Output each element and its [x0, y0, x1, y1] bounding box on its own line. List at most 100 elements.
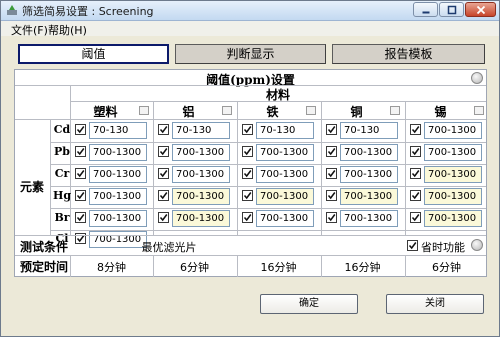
threshold-checkbox[interactable] [326, 190, 337, 201]
test-conditions-value: 最优滤光片 [141, 241, 197, 254]
element-label: Hg [52, 189, 72, 202]
threshold-cell: 700-1300 [326, 210, 398, 227]
material-menu-icon[interactable] [222, 106, 232, 115]
maximize-button[interactable] [439, 2, 464, 17]
threshold-panel: 阈值(ppm)设置 材料 塑料铝铁铜锡 元素 Cd 70-130 70-130 70-… [14, 69, 487, 277]
menu-file[interactable]: 文件(F) [11, 22, 48, 38]
threshold-input[interactable]: 700-1300 [424, 122, 482, 139]
threshold-cell: 700-1300 [75, 144, 147, 161]
threshold-cell: 700-1300 [75, 188, 147, 205]
close-window-button[interactable] [465, 2, 496, 17]
material-menu-icon[interactable] [474, 106, 484, 115]
threshold-checkbox[interactable] [75, 124, 86, 135]
threshold-checkbox[interactable] [158, 212, 169, 223]
threshold-cell: 700-1300 [410, 144, 482, 161]
material-menu-icon[interactable] [139, 106, 149, 115]
checkmark-icon [411, 126, 420, 134]
threshold-checkbox[interactable] [242, 124, 253, 135]
collapse-button[interactable] [471, 72, 483, 84]
threshold-input[interactable]: 700-1300 [424, 166, 482, 183]
checkmark-icon [76, 148, 85, 156]
threshold-input[interactable]: 700-1300 [89, 166, 147, 183]
threshold-input[interactable]: 700-1300 [89, 188, 147, 205]
close-button[interactable]: 关闭 [386, 294, 484, 314]
threshold-checkbox[interactable] [410, 190, 421, 201]
threshold-input[interactable]: 700-1300 [172, 166, 230, 183]
threshold-checkbox[interactable] [410, 146, 421, 157]
threshold-input[interactable]: 700-1300 [89, 144, 147, 161]
threshold-checkbox[interactable] [410, 212, 421, 223]
window-title: 筛选简易设置 : Screening [22, 5, 154, 18]
threshold-checkbox[interactable] [410, 124, 421, 135]
threshold-checkbox[interactable] [326, 146, 337, 157]
threshold-checkbox[interactable] [75, 190, 86, 201]
threshold-input[interactable]: 70-130 [256, 122, 314, 139]
checkmark-icon [411, 192, 420, 200]
threshold-input[interactable]: 700-1300 [256, 166, 314, 183]
checkmark-icon [76, 214, 85, 222]
threshold-checkbox[interactable] [326, 168, 337, 179]
threshold-checkbox[interactable] [242, 168, 253, 179]
threshold-input[interactable]: 700-1300 [256, 144, 314, 161]
threshold-checkbox[interactable] [242, 212, 253, 223]
threshold-input[interactable]: 700-1300 [172, 144, 230, 161]
threshold-input[interactable]: 700-1300 [424, 188, 482, 205]
threshold-input[interactable]: 700-1300 [340, 210, 398, 227]
threshold-input[interactable]: 700-1300 [256, 188, 314, 205]
checkmark-icon [159, 170, 168, 178]
save-time-options-button[interactable] [471, 239, 483, 251]
threshold-cell: 700-1300 [242, 210, 314, 227]
tab-judgment-display[interactable]: 判断显示 [175, 44, 326, 64]
threshold-checkbox[interactable] [158, 168, 169, 179]
threshold-input[interactable]: 700-1300 [340, 166, 398, 183]
material-menu-icon[interactable] [306, 106, 316, 115]
threshold-cell: 700-1300 [158, 210, 230, 227]
threshold-cell: 700-1300 [410, 188, 482, 205]
threshold-checkbox[interactable] [410, 168, 421, 179]
material-menu-icon[interactable] [390, 106, 400, 115]
threshold-checkbox[interactable] [75, 212, 86, 223]
element-label: Br [54, 211, 70, 224]
menu-help[interactable]: 帮助(H) [48, 22, 87, 38]
maximize-icon [447, 5, 456, 14]
threshold-checkbox[interactable] [75, 146, 86, 157]
tab-report-template[interactable]: 报告模板 [332, 44, 485, 64]
threshold-cell: 70-130 [242, 122, 314, 139]
checkmark-icon [327, 192, 336, 200]
tab-threshold[interactable]: 阈值 [18, 44, 169, 64]
threshold-cell: 70-130 [158, 122, 230, 139]
threshold-checkbox[interactable] [158, 146, 169, 157]
threshold-checkbox[interactable] [75, 168, 86, 179]
threshold-input[interactable]: 700-1300 [172, 210, 230, 227]
checkmark-icon [243, 214, 252, 222]
threshold-cell: 700-1300 [242, 144, 314, 161]
checkmark-icon [159, 192, 168, 200]
element-label: Cr [54, 167, 70, 180]
threshold-input[interactable]: 700-1300 [256, 210, 314, 227]
threshold-checkbox[interactable] [242, 190, 253, 201]
app-icon [7, 5, 17, 15]
checkmark-icon [327, 126, 336, 134]
threshold-cell: 700-1300 [242, 188, 314, 205]
threshold-input[interactable]: 70-130 [89, 122, 147, 139]
threshold-input[interactable]: 700-1300 [89, 210, 147, 227]
threshold-checkbox[interactable] [326, 212, 337, 223]
threshold-input[interactable]: 70-130 [340, 122, 398, 139]
threshold-input[interactable]: 70-130 [172, 122, 230, 139]
threshold-checkbox[interactable] [326, 124, 337, 135]
checkmark-icon [159, 126, 168, 134]
threshold-input[interactable]: 700-1300 [172, 188, 230, 205]
threshold-cell: 70-130 [75, 122, 147, 139]
threshold-checkbox[interactable] [158, 190, 169, 201]
threshold-input[interactable]: 700-1300 [340, 144, 398, 161]
minimize-button[interactable] [413, 2, 438, 17]
checkmark-icon [411, 170, 420, 178]
threshold-checkbox[interactable] [158, 124, 169, 135]
checkmark-icon [159, 148, 168, 156]
threshold-input[interactable]: 700-1300 [424, 210, 482, 227]
threshold-checkbox[interactable] [242, 146, 253, 157]
preset-time-value: 6分钟 [432, 261, 461, 274]
threshold-input[interactable]: 700-1300 [424, 144, 482, 161]
ok-button[interactable]: 确定 [260, 294, 358, 314]
threshold-input[interactable]: 700-1300 [340, 188, 398, 205]
